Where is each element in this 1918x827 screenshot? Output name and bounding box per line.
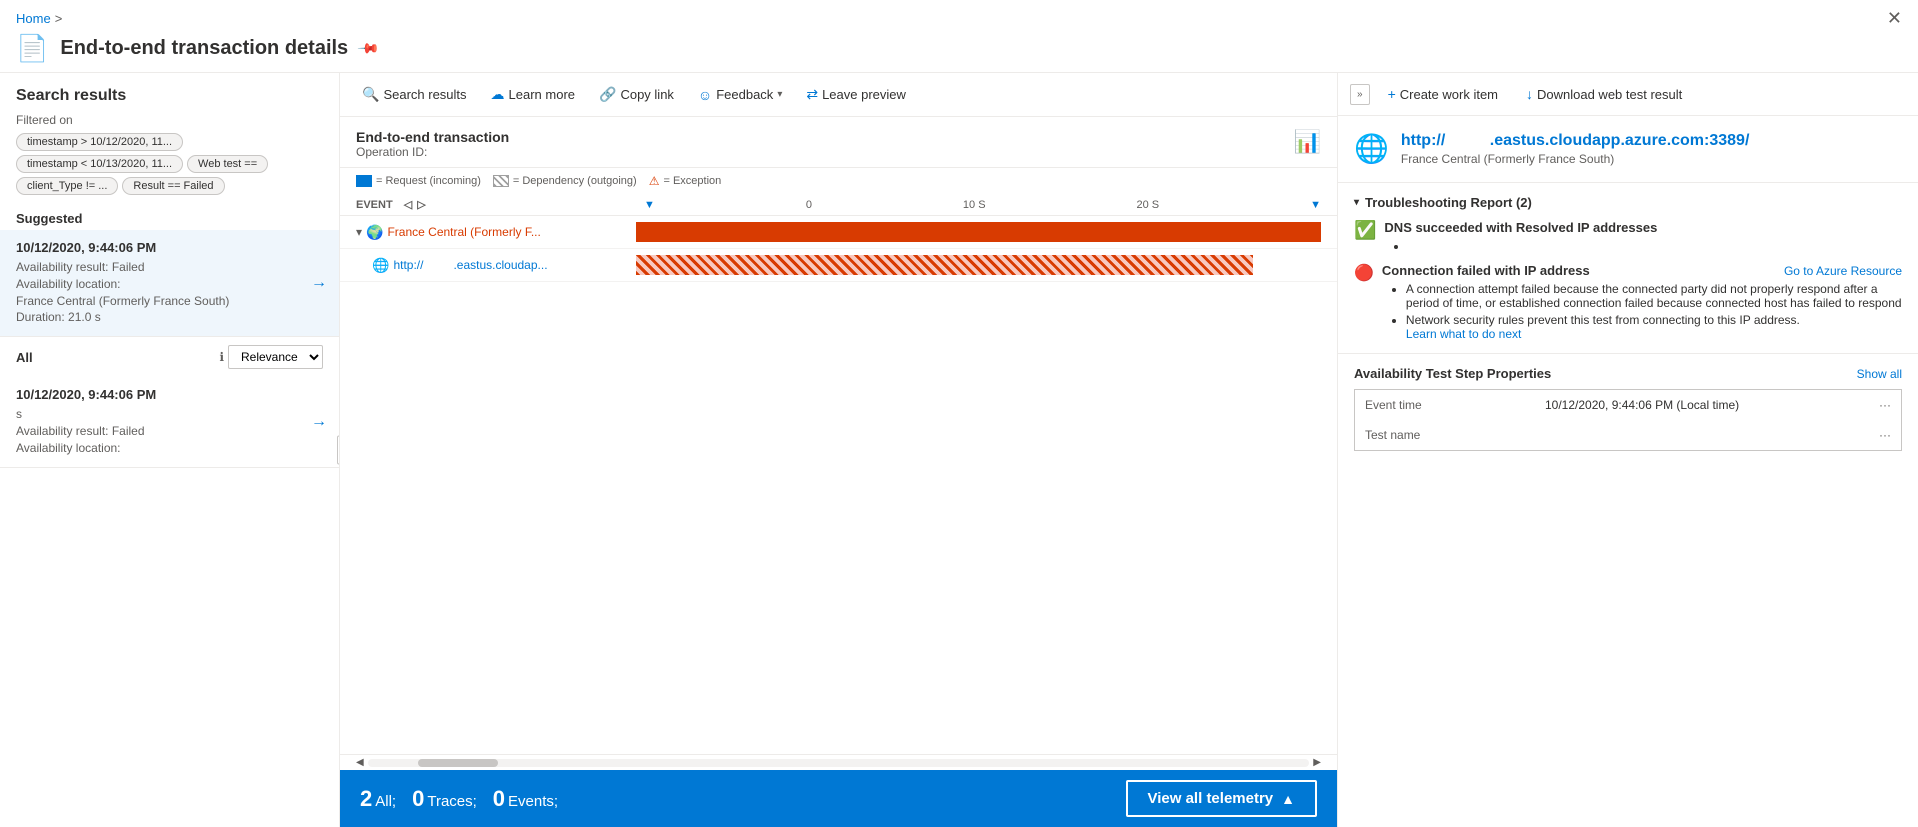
view-all-telemetry-btn[interactable]: View all telemetry ▲ [1126,780,1317,817]
traces-count: 0 [412,786,424,811]
result-item-2[interactable]: 10/12/2020, 9:44:06 PM s Availability re… [0,377,339,467]
globe-icon-2: 🌐 [372,257,389,274]
nav-right-icon[interactable]: ▷ [417,199,425,211]
troubleshoot-chevron-icon: ▾ [1354,197,1359,208]
sort-select[interactable]: Relevance [228,345,323,369]
copy-link-btn[interactable]: 🔗 Copy link [589,81,684,108]
transaction-icon: 📊 [1294,129,1321,155]
filter-start-icon[interactable]: ▼ [644,199,655,211]
events-footer-label: Events; [508,793,558,810]
transaction-title: End-to-end transaction [356,129,509,145]
result-date-1: 10/12/2020, 9:44:06 PM [16,240,303,255]
view-all-label: View all telemetry [1148,790,1274,807]
nav-left-icon[interactable]: ◁ [404,199,412,211]
event-col-header: EVENT [356,199,393,211]
transaction-op: Operation ID: [356,145,509,159]
timeline-row-2[interactable]: 🌐 http:// .eastus.cloudap... [340,249,1337,282]
learn-more-btn[interactable]: ☁ Learn more [481,81,585,108]
property-name-2: Test name [1365,428,1545,442]
breadcrumb-separator: > [55,11,63,26]
search-results-header: Search results [0,73,339,113]
property-row-1: Event time 10/12/2020, 9:44:06 PM (Local… [1354,389,1902,421]
filter-chip-5[interactable]: Result == Failed [122,177,224,195]
breadcrumb-home[interactable]: Home [16,11,51,26]
learn-more-icon: ☁ [491,86,505,103]
filter-chip-4[interactable]: client_Type != ... [16,177,118,195]
legend-request-label: = Request (incoming) [376,175,481,187]
property-name-1: Event time [1365,398,1545,412]
suggested-label: Suggested [0,203,339,230]
property-row-2: Test name ··· [1354,420,1902,451]
download-icon: ↓ [1526,86,1533,102]
success-icon-1: ✅ [1354,220,1376,241]
property-value-1: 10/12/2020, 9:44:06 PM (Local time) [1545,398,1879,412]
scroll-left-icon[interactable]: ◀ [356,757,364,768]
globe-icon-1: 🌍 [366,224,383,241]
dns-success-text: DNS succeeded with Resolved IP addresses [1384,220,1657,235]
properties-title: Availability Test Step Properties [1354,366,1551,381]
search-icon: 🔍 [362,86,379,103]
copy-link-icon: 🔗 [599,86,616,103]
filter-end-icon[interactable]: ▼ [1310,199,1321,211]
filter-chip-2[interactable]: timestamp < 10/13/2020, 11... [16,155,183,173]
bullet-1: A connection attempt failed because the … [1406,282,1902,310]
timeline-row-1[interactable]: ▾ 🌍 France Central (Formerly F... [340,216,1337,249]
result-item-1[interactable]: 10/12/2020, 9:44:06 PM Availability resu… [0,230,339,337]
pin-icon[interactable]: 📌 [357,36,381,60]
scroll-right-icon[interactable]: ▶ [1313,757,1321,768]
leave-preview-btn[interactable]: ⇄ Leave preview [796,81,916,108]
feedback-chevron-icon: ▾ [777,89,782,100]
time-marker-10: 10 S [963,199,986,211]
close-icon[interactable]: ✕ [1887,8,1902,29]
result-detail-1: Availability result: Failed Availability… [16,259,303,326]
result-detail-2: s Availability result: Failed Availabili… [16,406,303,456]
resource-location: France Central (Formerly France South) [1401,152,1750,166]
collapse-panel-btn[interactable]: « [337,436,340,465]
scroll-thumb[interactable] [418,759,498,767]
plus-icon: + [1388,86,1396,102]
feedback-btn[interactable]: ☺ Feedback ▾ [688,82,792,108]
chevron-up-icon: ▲ [1281,791,1295,807]
expand-right-icon[interactable]: » [1350,84,1370,105]
result-arrow-1[interactable]: → [311,274,327,292]
resource-url[interactable]: http:// .eastus.cloudapp.azure.com:3389/ [1401,132,1750,150]
error-icon-1: 🔴 [1354,263,1374,283]
search-results-btn[interactable]: 🔍 Search results [352,81,477,108]
show-all-link[interactable]: Show all [1857,367,1902,381]
filter-chip-1[interactable]: timestamp > 10/12/2020, 11... [16,133,183,151]
all-label: All [16,350,33,365]
legend-dependency-label: = Dependency (outgoing) [513,175,637,187]
result-date-2: 10/12/2020, 9:44:06 PM [16,387,303,402]
leave-preview-icon: ⇄ [806,86,818,103]
download-web-test-btn[interactable]: ↓ Download web test result [1516,81,1692,107]
learn-what-link[interactable]: Learn what to do next [1406,327,1521,341]
time-marker-20: 20 S [1137,199,1160,211]
bullet-2: Network security rules prevent this test… [1406,313,1902,341]
filter-chip-3[interactable]: Web test == [187,155,268,173]
legend-exception-label: = Exception [663,175,721,187]
property-menu-2[interactable]: ··· [1879,428,1891,442]
connection-failed-text: Connection failed with IP address [1382,263,1590,278]
all-count: 2 [360,786,372,811]
events-count: 0 [493,786,505,811]
troubleshoot-title-text: Troubleshooting Report (2) [1365,195,1532,210]
row2-name: http:// .eastus.cloudap... [393,258,547,272]
page-icon: 📄 [16,33,48,64]
row1-name: France Central (Formerly F... [387,225,540,239]
filter-label: Filtered on [16,113,323,127]
create-work-item-btn[interactable]: + Create work item [1378,81,1508,107]
sort-info-icon: ℹ [219,350,224,364]
property-menu-1[interactable]: ··· [1879,398,1891,412]
feedback-icon: ☺ [698,87,712,103]
traces-footer-label: Traces; [427,793,476,810]
result-arrow-2[interactable]: → [311,413,327,431]
go-to-azure-link[interactable]: Go to Azure Resource [1784,264,1902,278]
troubleshoot-header[interactable]: ▾ Troubleshooting Report (2) [1354,195,1902,210]
page-title: End-to-end transaction details [60,37,348,60]
all-footer-label: All; [375,793,396,810]
legend-exception-icon: ⚠ [649,174,660,188]
resource-globe-icon: 🌐 [1354,132,1389,165]
time-marker-0: 0 [806,199,812,211]
collapse-row-1-icon[interactable]: ▾ [356,225,362,239]
